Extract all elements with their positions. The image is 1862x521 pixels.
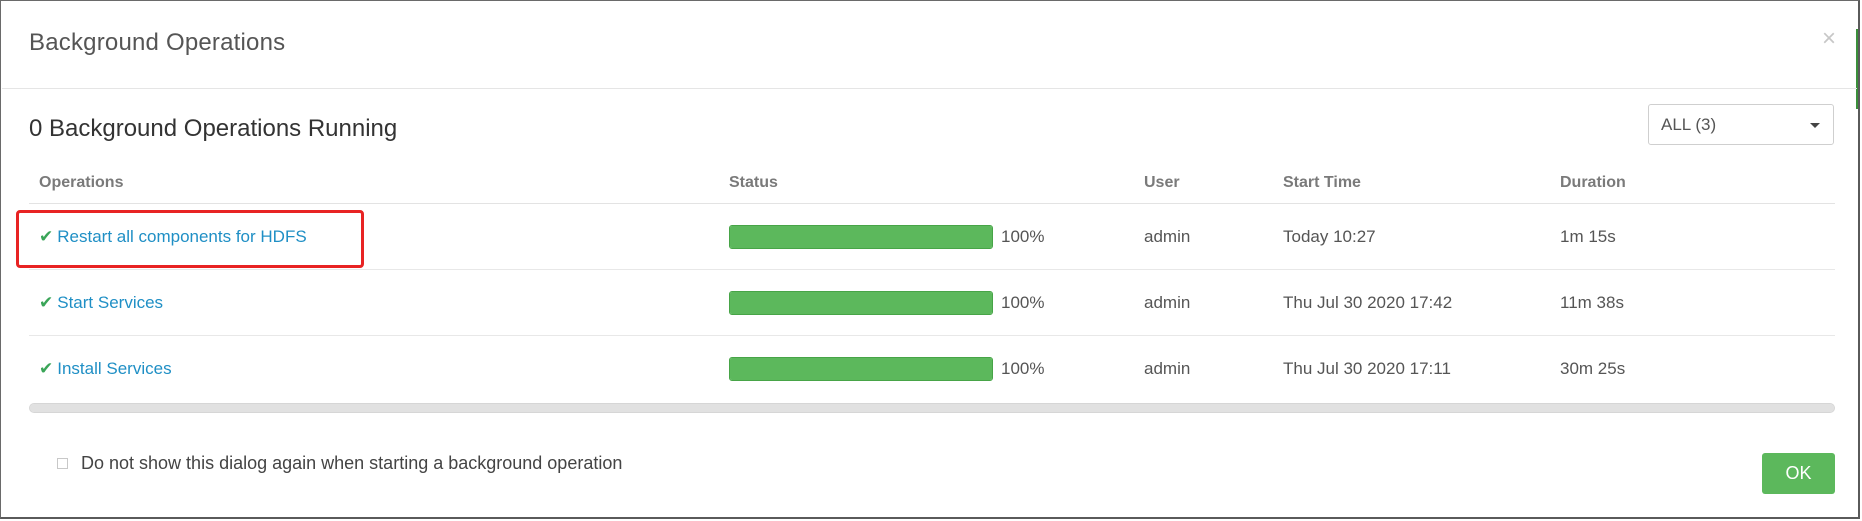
progress-bar-fill xyxy=(730,225,992,248)
duration-cell: 30m 25s xyxy=(1560,358,1626,378)
operations-filter-value: ALL (3) xyxy=(1661,114,1717,134)
start-time-cell: Thu Jul 30 2020 17:11 xyxy=(1283,358,1451,378)
close-icon[interactable]: × xyxy=(1822,25,1836,53)
table-header-row: Operations Status User Start Time Durati… xyxy=(29,163,1835,204)
progress-bar xyxy=(729,224,993,249)
start-time-cell: Thu Jul 30 2020 17:42 xyxy=(1273,269,1550,336)
user-cell: admin xyxy=(1134,269,1273,336)
operations-running-heading: 0 Background Operations Running xyxy=(29,115,398,142)
column-header-start-time: Start Time xyxy=(1273,163,1550,204)
header-divider xyxy=(2,88,1857,89)
duration-cell: 11m 38s xyxy=(1550,269,1835,336)
operation-cell: ✔ Install Services xyxy=(29,336,719,402)
status-cell: 100% xyxy=(719,269,1134,336)
start-time-cell: Today 10:27 xyxy=(1273,203,1550,270)
operation-link[interactable]: Restart all components for HDFS xyxy=(57,227,306,246)
column-header-user: User xyxy=(1134,163,1273,204)
column-header-operations: Operations xyxy=(29,163,719,204)
horizontal-scrollbar[interactable] xyxy=(29,403,1835,413)
operation-cell: ✔ Restart all components for HDFS xyxy=(29,203,719,270)
column-header-duration: Duration xyxy=(1550,163,1835,204)
ok-button[interactable]: OK xyxy=(1762,453,1835,494)
operation-link[interactable]: Install Services xyxy=(57,359,171,378)
progress-label: 100% xyxy=(1001,358,1045,378)
user-cell: admin xyxy=(1144,358,1191,378)
chevron-down-icon xyxy=(1810,123,1820,128)
operations-table: Operations Status User Start Time Durati… xyxy=(29,163,1835,401)
window-edge xyxy=(1856,29,1858,109)
progress-bar xyxy=(729,290,993,315)
dont-show-again-label[interactable]: Do not show this dialog again when start… xyxy=(81,453,622,474)
operations-filter-select[interactable]: ALL (3) xyxy=(1648,104,1834,145)
scrollbar-thumb[interactable] xyxy=(30,404,1834,412)
check-icon: ✔ xyxy=(39,358,54,378)
table-row: ✔ Start Services 100% admin Thu Jul 30 20… xyxy=(29,269,1835,336)
progress-label: 100% xyxy=(1001,226,1045,246)
background-operations-dialog: Background Operations × 0 Background Ope… xyxy=(0,0,1860,519)
progress-label: 100% xyxy=(1001,292,1045,312)
progress-bar-fill xyxy=(730,357,992,380)
status-cell: 100% xyxy=(719,336,1134,402)
operation-cell: ✔ Start Services xyxy=(29,269,719,336)
table-row: ✔ Install Services 100% admin Thu Jul 30 … xyxy=(29,336,1835,402)
progress-bar xyxy=(729,356,993,381)
check-icon: ✔ xyxy=(39,226,54,246)
operation-link[interactable]: Start Services xyxy=(57,293,163,312)
table-row: ✔ Restart all components for HDFS 100% ad… xyxy=(29,203,1835,270)
user-cell: admin xyxy=(1134,203,1273,270)
status-cell: 100% xyxy=(719,203,1134,270)
check-icon: ✔ xyxy=(39,292,54,312)
progress-bar-fill xyxy=(730,291,992,314)
duration-cell: 1m 15s xyxy=(1550,203,1835,270)
column-header-status: Status xyxy=(719,163,1134,204)
dont-show-again-checkbox[interactable] xyxy=(57,458,68,469)
dialog-title: Background Operations xyxy=(29,29,286,56)
